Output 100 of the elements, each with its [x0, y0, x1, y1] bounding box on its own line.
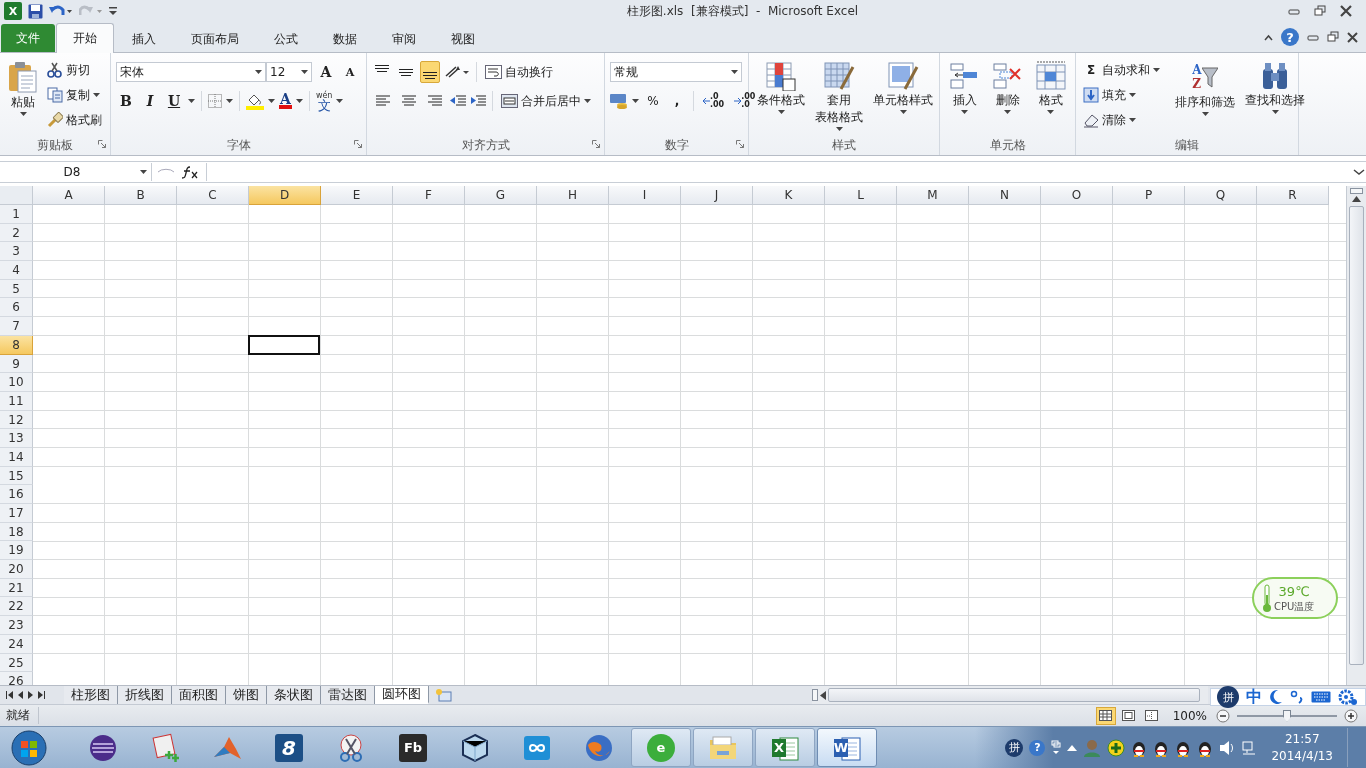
name-box[interactable]: D8 [0, 163, 152, 181]
caret-icon[interactable] [336, 99, 344, 103]
row-header[interactable]: 23 [0, 616, 33, 635]
cells-button[interactable]: 删除 [988, 59, 1027, 135]
next-sheet-icon[interactable] [28, 691, 33, 699]
taskbar-app[interactable]: Fb [383, 728, 443, 767]
clipboard-action[interactable]: 格式刷 [45, 109, 104, 131]
underline-button[interactable]: U [164, 90, 184, 112]
caret-icon[interactable] [1047, 110, 1054, 114]
minimize-icon[interactable] [1288, 6, 1300, 16]
font-name-dropdown[interactable]: 宋体 [116, 62, 266, 82]
merge-center-button[interactable]: 合并后居中 [499, 90, 593, 112]
column-header[interactable]: F [393, 186, 465, 205]
wrap-text-button[interactable]: 自动换行 [483, 61, 555, 83]
selected-cell[interactable] [248, 334, 320, 355]
caret-icon[interactable] [188, 99, 195, 103]
bold-button[interactable]: B [116, 90, 136, 112]
row-header[interactable]: 7 [0, 317, 33, 336]
italic-button[interactable]: I [140, 90, 160, 112]
row-header[interactable]: 10 [0, 373, 33, 392]
caret-icon[interactable] [1129, 93, 1136, 97]
column-header[interactable]: E [321, 186, 393, 205]
help-button[interactable]: ? [1281, 28, 1299, 46]
row-header[interactable]: 19 [0, 541, 33, 561]
caret-icon[interactable] [632, 99, 639, 103]
undo-icon[interactable] [49, 4, 73, 18]
language-bar-icon[interactable] [1051, 739, 1062, 756]
cells-button[interactable]: 插入 [945, 59, 984, 135]
taskbar-app[interactable]: X [755, 728, 815, 767]
keyboard-icon[interactable] [1311, 691, 1331, 703]
caret-icon[interactable] [93, 93, 100, 97]
row-header[interactable]: 3 [0, 242, 33, 262]
column-header[interactable]: A [33, 186, 105, 205]
increase-indent-icon[interactable] [470, 94, 486, 108]
row-header[interactable]: 16 [0, 485, 33, 504]
caret-icon[interactable] [1004, 110, 1011, 114]
column-header[interactable]: B [105, 186, 177, 205]
ribbon-tab[interactable]: 页面布局 [174, 26, 256, 52]
scrollbar-thumb[interactable] [1349, 206, 1364, 665]
caret-icon[interactable] [226, 99, 233, 103]
dialog-launcher-icon[interactable] [592, 140, 600, 148]
zoom-out-icon[interactable] [1216, 708, 1230, 723]
ime-tray-logo[interactable]: 拼 [1005, 738, 1024, 757]
column-header[interactable]: Q [1185, 186, 1257, 205]
ime-logo[interactable]: 拼 [1217, 686, 1239, 708]
ribbon-tab[interactable]: 插入 [115, 26, 173, 52]
column-header[interactable]: D [249, 186, 321, 205]
file-tab[interactable]: 文件 [1, 24, 55, 52]
close-icon[interactable] [1347, 31, 1358, 43]
caret-icon[interactable] [268, 99, 275, 103]
row-header[interactable]: 17 [0, 504, 33, 523]
clipboard-action[interactable]: 复制 [45, 84, 104, 106]
split-handle-icon[interactable] [812, 689, 818, 701]
taskbar-app[interactable]: W [817, 728, 877, 767]
column-header[interactable]: L [825, 186, 897, 205]
caret-icon[interactable] [255, 70, 262, 74]
dialog-launcher-icon[interactable] [736, 140, 744, 148]
grow-font-button[interactable]: A [316, 61, 336, 83]
comma-button[interactable]: , [667, 90, 687, 112]
start-button[interactable] [9, 728, 49, 767]
caret-icon[interactable] [731, 70, 738, 74]
first-sheet-icon[interactable] [6, 691, 13, 699]
restore-icon[interactable] [1314, 5, 1326, 17]
restore-icon[interactable] [1327, 31, 1339, 43]
moon-icon[interactable] [1269, 689, 1283, 705]
number-format-dropdown[interactable]: 常规 [610, 62, 742, 82]
caret-icon[interactable] [1153, 68, 1160, 72]
fill-color-icon[interactable] [246, 92, 264, 110]
column-header[interactable]: N [969, 186, 1041, 205]
save-icon[interactable] [28, 3, 43, 19]
caret-icon[interactable] [899, 110, 907, 114]
caret-icon[interactable] [295, 99, 303, 103]
editing-action[interactable]: 填充 [1081, 84, 1162, 106]
help-tray-icon[interactable]: ? [1029, 739, 1046, 756]
zoom-slider-thumb[interactable] [1283, 709, 1291, 722]
column-header[interactable]: C [177, 186, 249, 205]
expand-icon[interactable] [1352, 167, 1366, 177]
column-header[interactable]: H [537, 186, 609, 205]
find-select-button[interactable]: 查找和选择 [1242, 59, 1308, 135]
sheet-tab[interactable]: 柱形图 [64, 686, 118, 704]
column-header[interactable]: O [1041, 186, 1113, 205]
sheet-tab[interactable]: 折线图 [118, 686, 172, 704]
sheet-tab[interactable]: 雷达图 [321, 686, 375, 704]
settings-icon[interactable] [1338, 688, 1358, 706]
row-header[interactable]: 26 [0, 672, 33, 685]
paste-button[interactable]: 粘贴 [5, 59, 41, 135]
clipboard-action[interactable]: 剪切 [45, 59, 104, 81]
row-header[interactable]: 1 [0, 205, 33, 224]
split-handle-icon[interactable] [1350, 188, 1363, 194]
row-header[interactable]: 22 [0, 597, 33, 617]
scroll-up-icon[interactable] [1352, 196, 1361, 202]
column-header[interactable]: R [1257, 186, 1329, 205]
caret-icon[interactable] [777, 110, 785, 114]
column-header[interactable]: J [681, 186, 753, 205]
ribbon-tab[interactable]: 审阅 [375, 26, 433, 52]
caret-icon[interactable] [301, 70, 308, 74]
last-sheet-icon[interactable] [38, 691, 45, 699]
caret-icon[interactable] [1129, 118, 1136, 122]
cells-button[interactable]: 格式 [1031, 59, 1070, 135]
sheet-tab[interactable]: 条状图 [267, 686, 321, 704]
